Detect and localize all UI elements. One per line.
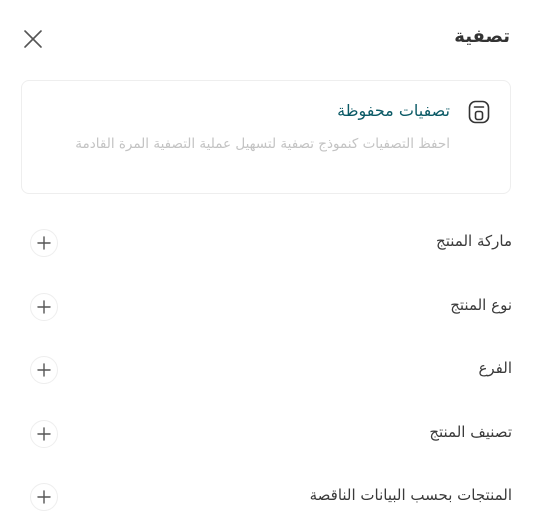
filter-sections: ماركة المنتج نوع المنتج الفرع تصنيف المن… (22, 210, 512, 522)
plus-icon[interactable] (30, 292, 58, 321)
section-label: نوع المنتج (450, 295, 512, 314)
saved-filters-card[interactable]: تصفيات محفوظة احفظ التصفيات كنموذج تصفية… (21, 80, 511, 194)
plus-icon[interactable] (30, 356, 58, 384)
section-branch[interactable]: الفرع (22, 337, 512, 401)
section-product-category[interactable]: تصنيف المنتج (22, 401, 512, 465)
panel-title: تصفية (454, 26, 510, 47)
filter-header: تصفية (22, 22, 512, 54)
bookmark-save-icon (466, 99, 492, 125)
close-icon[interactable] (22, 28, 44, 50)
section-label: الفرع (478, 359, 512, 377)
plus-icon[interactable] (30, 419, 58, 448)
plus-icon[interactable] (30, 229, 58, 257)
section-product-type[interactable]: نوع المنتج (22, 274, 512, 338)
plus-icon[interactable] (30, 483, 58, 511)
section-product-brand[interactable]: ماركة المنتج (22, 210, 512, 274)
section-label: تصنيف المنتج (429, 422, 512, 441)
saved-filters-description: احفظ التصفيات كنموذج تصفية لتسهيل عملية … (75, 136, 450, 152)
section-label: ماركة المنتج (436, 232, 512, 250)
saved-filters-title: تصفيات محفوظة (337, 101, 450, 120)
section-label: المنتجات بحسب البيانات الناقصة (309, 486, 512, 504)
section-missing-data-products[interactable]: المنتجات بحسب البيانات الناقصة (22, 464, 512, 522)
